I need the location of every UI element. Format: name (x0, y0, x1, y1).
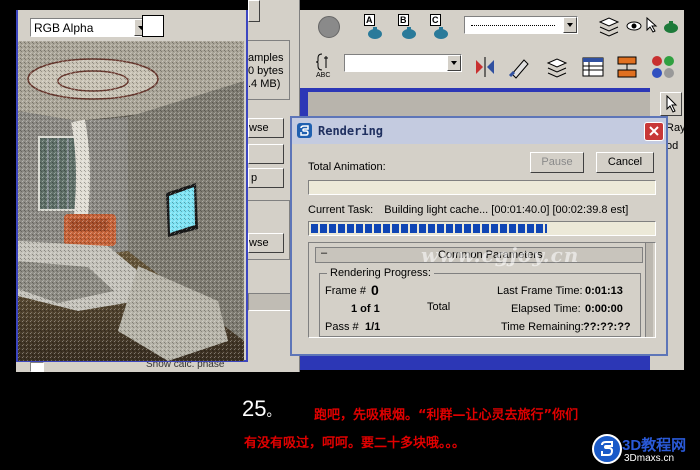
panel-button-3-label: p (251, 172, 258, 184)
right-strip-text-1: Ray (666, 122, 686, 134)
caption-number-text: 25 (242, 396, 267, 421)
current-task-label: Current Task: (308, 204, 374, 216)
pointer-icon[interactable] (644, 16, 658, 34)
track-view-icon[interactable] (580, 54, 606, 80)
browse-button-1[interactable]: wse (248, 118, 284, 138)
browse-button-2-label: wse (249, 237, 269, 249)
render-image (18, 41, 244, 361)
mirror-icon[interactable] (472, 54, 498, 80)
channel-select[interactable]: RGB Alpha (30, 18, 150, 37)
dialog-titlebar: Rendering (292, 118, 666, 144)
teapot-c-letter: C (430, 14, 441, 26)
rollout-collapse-icon: – (321, 247, 328, 259)
channel-select-value: RGB Alpha (34, 21, 94, 35)
of-value: 1 of 1 (351, 303, 380, 315)
info-line-1: amples (248, 52, 284, 64)
site-logo: 3D教程网 3Dmaxs.cn (592, 432, 698, 468)
pass-label: Pass # (325, 321, 359, 333)
logo-text: 3D教程网 (622, 437, 687, 454)
frame-window: RGB Alpha (16, 10, 248, 362)
elapsed-value: 0:00:00 (585, 303, 623, 315)
align-icon[interactable] (506, 54, 532, 80)
teapot-b-letter: B (398, 14, 409, 26)
record-icon[interactable] (318, 16, 340, 38)
status-text: Show calc. phase (146, 362, 225, 370)
current-task-row: Current Task: Building light cache... [0… (308, 204, 658, 218)
panel-button-2[interactable] (248, 144, 284, 164)
teapot-b-icon[interactable]: B (394, 14, 422, 42)
parameters-panel: – Common Parameters Rendering Progress: … (308, 242, 656, 338)
app-icon (297, 123, 312, 138)
chevron-down-icon[interactable] (447, 55, 461, 71)
material-editor-icon[interactable] (650, 54, 676, 80)
total-animation-label: Total Animation: (308, 161, 386, 173)
pause-button-label: Pause (541, 156, 573, 168)
pass-value: 1/1 (365, 321, 381, 333)
watermark: www.cgjoy.cn (421, 243, 580, 267)
browse-button-1-label: wse (249, 122, 269, 134)
cancel-button-label: Cancel (607, 156, 643, 168)
remaining-label: Time Remaining: (501, 321, 584, 333)
browse-button-2[interactable]: wse (248, 233, 284, 253)
curly-brace-icon[interactable]: ABC (314, 52, 342, 82)
frame-value: 0 (371, 282, 379, 298)
panel-button-3[interactable]: p (248, 168, 284, 188)
main-toolbar: A B C ABC (300, 10, 684, 88)
teapot-a-letter: A (364, 14, 375, 26)
selection-filter-dropdown[interactable] (344, 54, 462, 72)
remaining-value: ??:??:?? (583, 321, 631, 333)
abc-label: ABC (316, 72, 331, 79)
panel-top-button[interactable] (248, 0, 260, 22)
dotted-line (471, 25, 555, 26)
rendering-dialog: Rendering Total Animation: Pause Cancel … (290, 116, 668, 356)
eye-icon[interactable] (626, 18, 642, 34)
pause-button[interactable]: Pause (530, 152, 584, 173)
info-line-3: .4 MB) (248, 78, 281, 90)
task-progress-fill (311, 224, 547, 233)
dialog-title: Rendering (318, 124, 384, 138)
last-frame-label: Last Frame Time: (497, 285, 583, 297)
chevron-down-icon[interactable] (563, 17, 577, 33)
logo-url: 3Dmaxs.cn (624, 453, 675, 464)
layer-manager-icon[interactable] (544, 54, 570, 80)
task-progress-bar (308, 221, 656, 236)
frame-label: Frame # (325, 285, 366, 297)
teapot-c-icon[interactable]: C (426, 14, 454, 42)
panel-scroll-area[interactable] (248, 293, 294, 311)
current-task-text: Building light cache... [00:01:40.0] [00… (384, 204, 629, 216)
total-label: Total (427, 301, 451, 313)
schematic-view-icon[interactable] (614, 54, 640, 80)
caption-line-1: 跑吧，先吸根烟。“利群—让心灵去旅行”你们 (314, 408, 579, 423)
logo-swirl-icon (592, 434, 622, 464)
caption-line-2: 有没有吸过，呵呵。要二十多块哦。。。 (244, 436, 466, 451)
status-dropdown[interactable] (30, 362, 44, 372)
progress-group-title: Rendering Progress: (327, 267, 434, 279)
layers-icon[interactable] (596, 14, 622, 40)
teapot-a-icon[interactable]: A (360, 14, 388, 42)
caption-number: 25。 (242, 396, 280, 422)
color-swatch[interactable] (142, 15, 164, 37)
info-line-2: 0 bytes (248, 65, 284, 77)
elapsed-label: Elapsed Time: (511, 303, 581, 315)
status-strip: Show calc. phase (16, 362, 248, 372)
total-animation-progress (308, 180, 656, 195)
named-selection-dropdown[interactable] (464, 16, 578, 34)
pointer-button[interactable] (660, 92, 682, 116)
teapot-icon[interactable] (660, 18, 682, 34)
last-frame-value: 0:01:13 (585, 285, 623, 297)
close-icon (649, 126, 659, 136)
close-button[interactable] (644, 122, 664, 141)
panel-scrollbar[interactable] (645, 243, 653, 337)
cancel-button[interactable]: Cancel (596, 152, 654, 173)
caption-dot: 。 (266, 403, 281, 419)
